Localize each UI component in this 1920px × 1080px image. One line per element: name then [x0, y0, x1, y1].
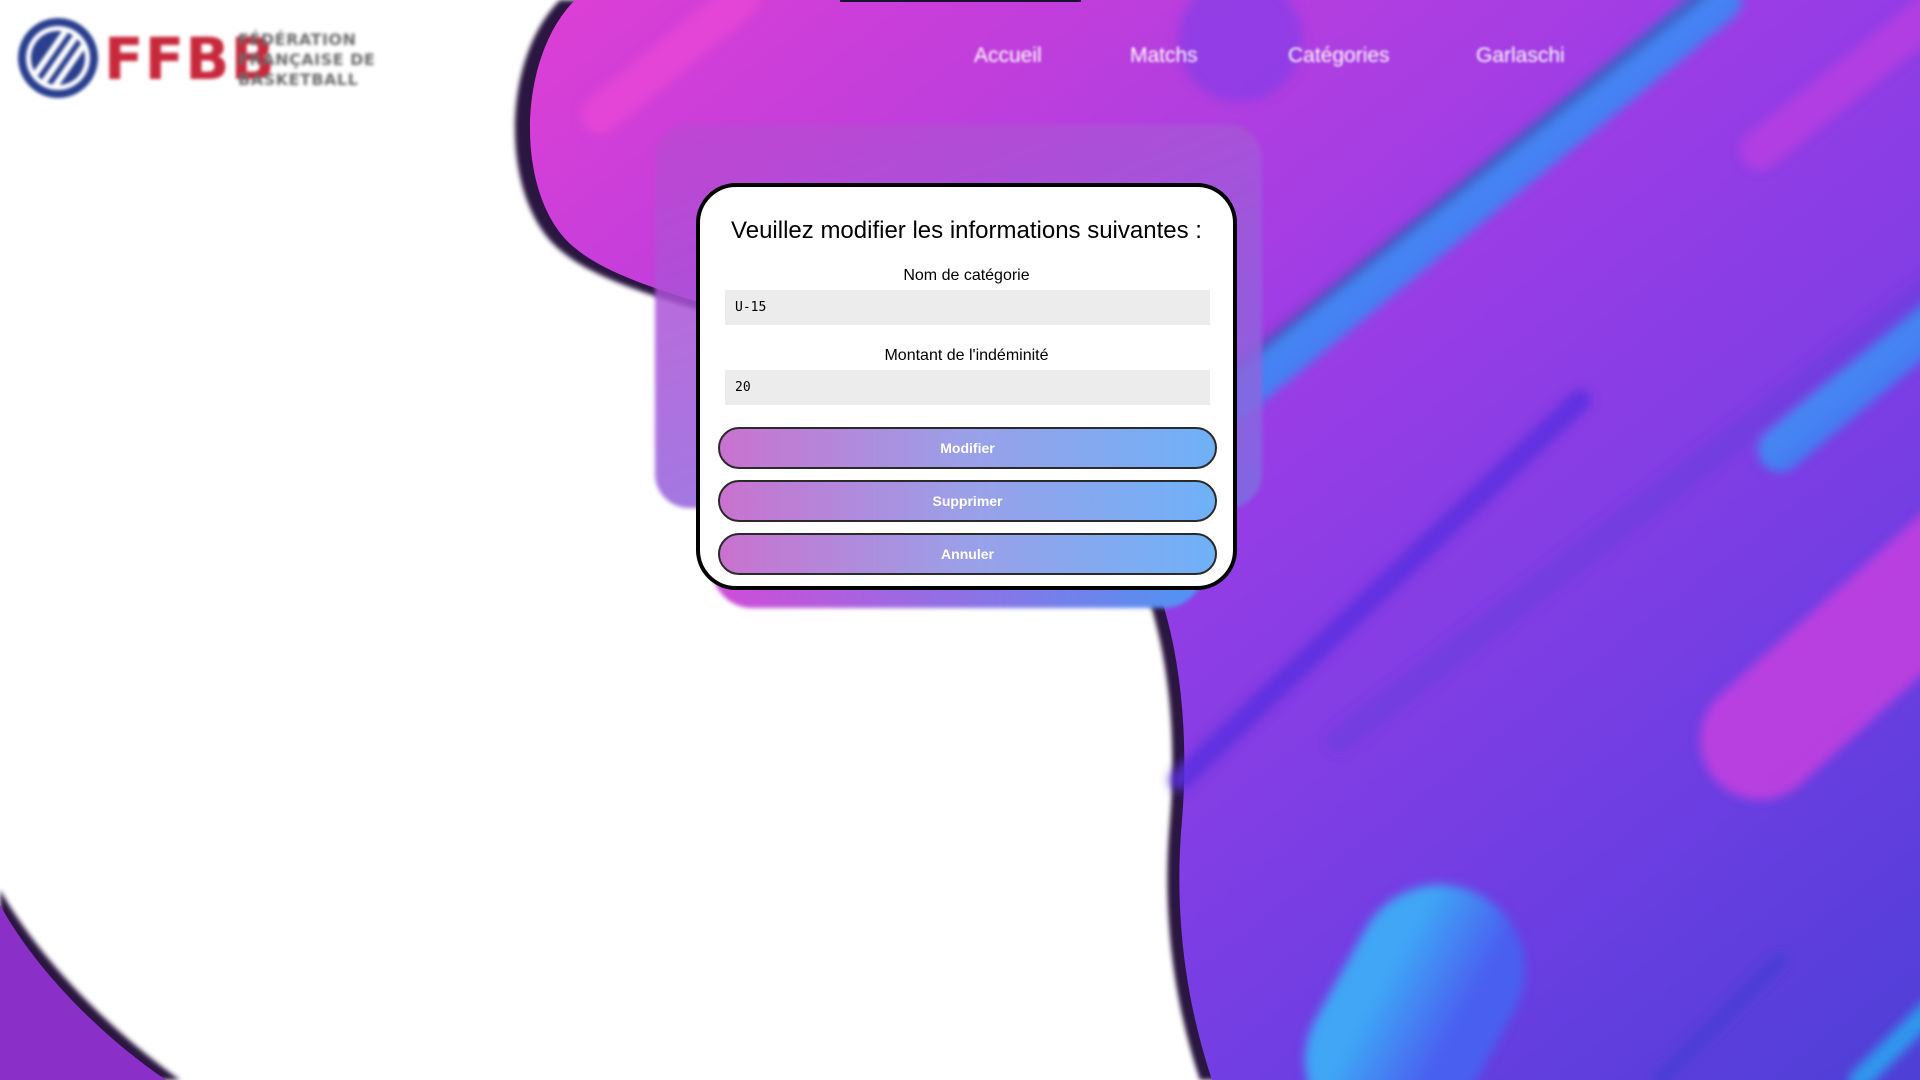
delete-button[interactable]: Supprimer — [718, 480, 1217, 522]
nav-link-accueil[interactable]: Accueil — [974, 44, 1042, 68]
main-nav: Accueil Matchs Catégories Garlaschi — [0, 44, 1920, 74]
nav-link-categories[interactable]: Catégories — [1288, 44, 1390, 68]
modify-button[interactable]: Modifier — [718, 427, 1217, 469]
category-name-label: Nom de catégorie — [903, 267, 1030, 284]
amount-label: Montant de l'indéminité — [884, 347, 1049, 364]
category-name-input[interactable] — [725, 290, 1210, 325]
amount-input[interactable] — [725, 370, 1210, 405]
cancel-button[interactable]: Annuler — [718, 533, 1217, 575]
top-divider — [840, 0, 1081, 2]
form-title: Veuillez modifier les informations suiva… — [731, 217, 1202, 244]
nav-link-matchs[interactable]: Matchs — [1130, 44, 1198, 68]
edit-category-form: Veuillez modifier les informations suiva… — [696, 183, 1237, 590]
nav-link-user[interactable]: Garlaschi — [1476, 44, 1565, 68]
page: FFBB FÉDÉRATION FRANÇAISE DE BASKETBALL … — [0, 0, 1920, 1080]
